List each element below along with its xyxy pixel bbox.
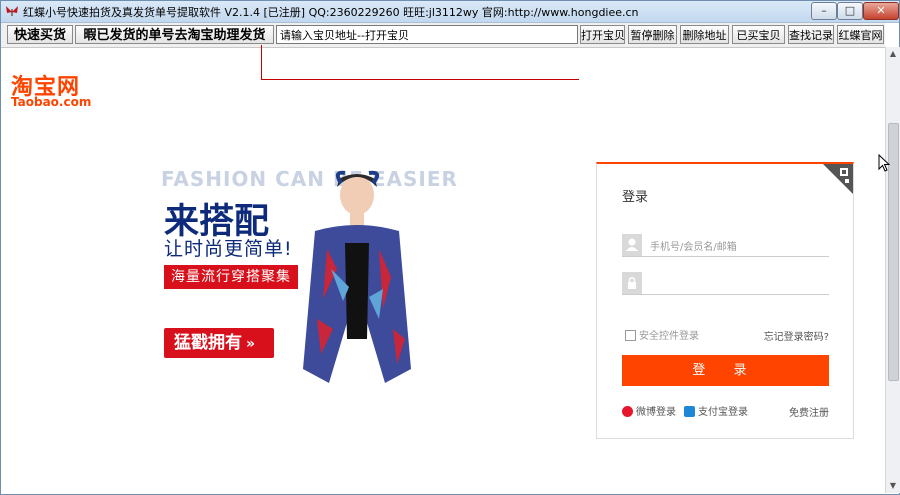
safe-login-label[interactable]: 安全控件登录 [639,327,699,342]
banner-cta-button[interactable]: 猛戳拥有» [164,328,274,358]
qr-code-icon[interactable] [823,164,853,194]
banner-cta-label: 猛戳拥有 [174,333,242,353]
app-window: 红蝶小号快速拍货及真发货单号提取软件 V2.1.4 [已注册] QQ:23602… [0,0,900,495]
item-url-input[interactable] [276,25,578,44]
banner-tag: 海量流行穿搭聚集 [164,265,298,289]
bought-items-button[interactable]: 已买宝贝 [732,25,785,44]
username-placeholder: 手机号/会员名/邮箱 [650,242,737,253]
maximize-button[interactable]: □ [837,2,863,20]
password-field[interactable] [622,272,829,295]
delete-address-button[interactable]: 删除地址 [680,25,729,44]
taobao-logo-en[interactable]: Taobao.com [11,95,91,109]
window-title: 红蝶小号快速拍货及真发货单号提取软件 V2.1.4 [已注册] QQ:23602… [23,6,639,19]
query-records-button[interactable]: 查找记录 [788,25,834,44]
open-item-button[interactable]: 打开宝贝 [580,25,625,44]
login-title: 登录 [622,190,649,205]
weibo-login-link[interactable]: 微博登录 [622,403,676,418]
scroll-down-icon[interactable]: ▼ [886,479,900,493]
login-panel: 登录 手机号/会员名/邮箱 安全控件登录 忘记登录密码? 登 录 微博登录 支付… [596,162,854,439]
annotation-line-horizontal [261,79,579,80]
alipay-icon [684,406,695,417]
close-button[interactable]: ✕ [863,2,899,20]
annotation-line-vertical [261,45,262,79]
butterfly-icon [6,6,18,16]
lock-icon [622,272,642,294]
title-bar[interactable]: 红蝶小号快速拍货及真发货单号提取软件 V2.1.4 [已注册] QQ:23602… [1,1,899,23]
ship-via-assistant-button[interactable]: 暇已发货的单号去淘宝助理发货 [75,25,274,44]
weibo-login-label: 微博登录 [636,407,676,418]
mouse-cursor-icon [878,154,890,172]
fashion-model-image [303,170,411,383]
user-icon [622,234,642,256]
scroll-up-icon[interactable]: ▲ [886,47,900,61]
safe-login-checkbox[interactable] [625,330,636,341]
chevron-right-icon: » [246,336,256,352]
pause-delete-button[interactable]: 暂停删除 [628,25,677,44]
username-field[interactable]: 手机号/会员名/邮箱 [622,234,829,257]
login-button[interactable]: 登 录 [622,355,829,386]
register-link[interactable]: 免费注册 [789,404,829,419]
quick-buy-button[interactable]: 快速买货 [7,25,73,44]
alipay-login-label: 支付宝登录 [698,407,748,418]
banner-subhead: 让时尚更简单! [164,238,293,260]
vertical-scrollbar[interactable]: ▲ ▼ [885,47,900,493]
toolbar: 快速买货 暇已发货的单号去淘宝助理发货 打开宝贝 暂停删除 删除地址 已买宝贝 … [1,23,885,48]
minimize-button[interactable]: – [811,2,837,20]
weibo-icon [622,406,633,417]
alipay-login-link[interactable]: 支付宝登录 [684,403,748,418]
forgot-password-link[interactable]: 忘记登录密码? [764,328,829,343]
official-site-button[interactable]: 红蝶官网 [837,25,884,44]
